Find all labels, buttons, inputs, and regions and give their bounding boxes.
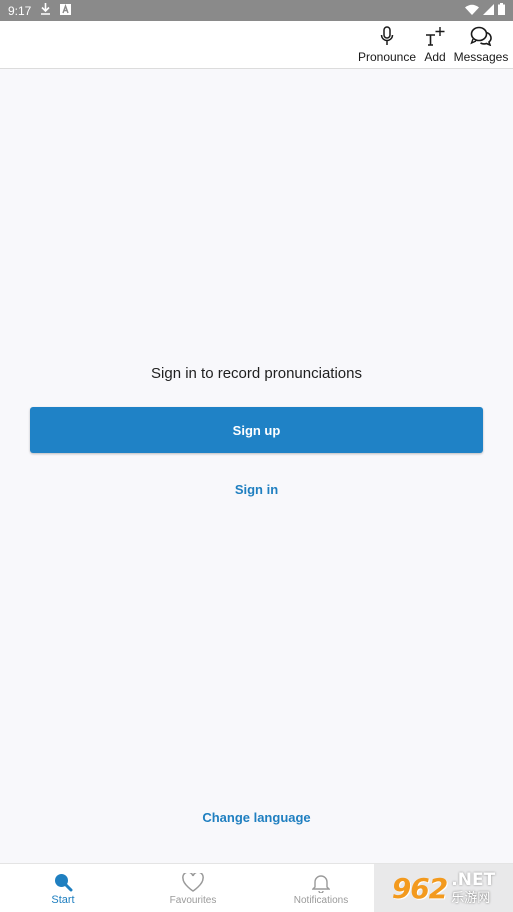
bell-icon — [310, 872, 332, 894]
search-icon — [52, 871, 74, 893]
download-icon — [40, 3, 51, 18]
watermark-chinese: 乐游网 — [451, 890, 491, 905]
sign-in-prompt: Sign in to record pronunciations — [151, 365, 362, 382]
watermark-logo: 962 .NET 乐游网 — [374, 864, 513, 912]
status-time: 9:17 — [8, 3, 32, 18]
microphone-icon — [376, 25, 398, 47]
change-language-link[interactable]: Change language — [0, 810, 513, 825]
top-action-bar: Pronounce Add Messages — [0, 21, 513, 69]
pronounce-button[interactable]: Pronounce — [356, 23, 418, 67]
wifi-icon — [465, 4, 479, 18]
status-bar: 9:17 — [0, 0, 513, 21]
watermark-net: .NET — [451, 870, 496, 890]
heart-icon — [182, 872, 204, 894]
nav-item-favourites[interactable]: Favourites — [155, 864, 231, 912]
watermark-number: 962 — [391, 871, 448, 905]
add-button[interactable]: Add — [420, 23, 450, 67]
add-text-icon — [424, 25, 446, 47]
messages-label: Messages — [453, 50, 509, 64]
nav-label-notifications: Notifications — [293, 894, 349, 906]
sign-up-button[interactable]: Sign up — [30, 407, 483, 453]
nav-item-start[interactable]: Start — [30, 864, 96, 912]
pronounce-label: Pronounce — [357, 50, 417, 64]
nav-label-favourites: Favourites — [169, 894, 217, 906]
chat-bubbles-icon — [470, 25, 492, 47]
nav-label-start: Start — [51, 894, 75, 906]
app-icon — [60, 3, 72, 18]
messages-button[interactable]: Messages — [452, 23, 510, 67]
battery-icon — [498, 3, 505, 18]
signal-icon — [483, 3, 494, 18]
add-label: Add — [424, 50, 446, 64]
sign-in-link[interactable]: Sign in — [0, 482, 513, 497]
nav-item-notifications[interactable]: Notifications — [285, 864, 357, 912]
